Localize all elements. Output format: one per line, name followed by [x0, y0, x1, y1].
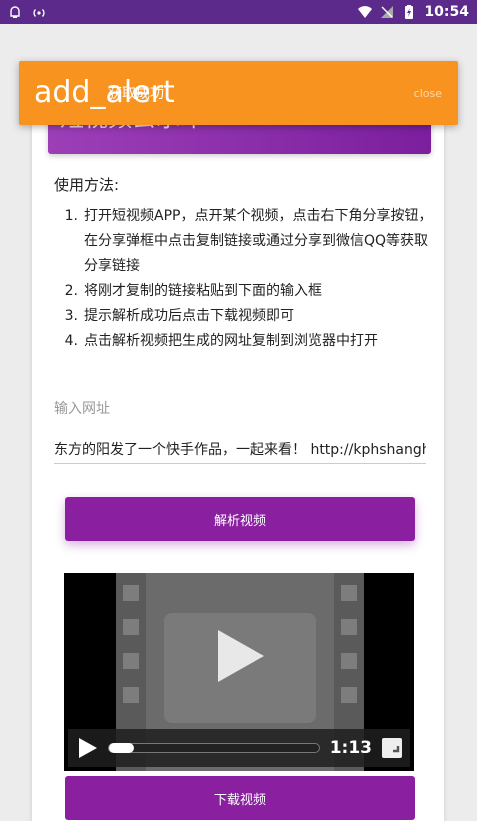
notification-icon	[10, 6, 20, 18]
video-controls: 1:13	[68, 729, 410, 767]
step-number: 3.	[64, 308, 78, 324]
main-card: 短视频去水印 使用方法: 1.打开短视频APP，点开某个视频，点击右下角分享按钮…	[32, 108, 444, 821]
fullscreen-icon[interactable]	[382, 738, 402, 758]
step-text: 点击解析视频把生成的网址复制到浏览器中打开	[84, 333, 378, 349]
url-input-label: 输入网址	[54, 401, 110, 417]
usage-title: 使用方法:	[54, 176, 120, 194]
usage-step: 3. 提示解析成功后点击下载视频即可	[54, 304, 436, 329]
video-duration: 1:13	[329, 738, 372, 758]
alert-toast: add_alert 获取成功 close	[19, 61, 458, 125]
status-time: 10:54	[424, 4, 469, 20]
no-signal-icon	[381, 6, 394, 18]
status-bar: 10:54	[0, 0, 477, 24]
hotspot-icon	[33, 9, 45, 17]
alert-close-button[interactable]: close	[414, 87, 442, 100]
step-number: 1.	[64, 208, 78, 224]
seek-bar[interactable]	[108, 743, 320, 753]
wifi-icon	[358, 6, 373, 18]
usage-steps: 1. 打开短视频APP，点开某个视频，点击右下角分享按钮，在分享弹框中点击复制链接…	[54, 204, 436, 354]
seek-progress	[109, 743, 135, 753]
usage-step: 2. 将刚才复制的链接粘贴到下面的输入框	[54, 279, 436, 304]
step-number: 2.	[64, 283, 78, 299]
usage-step: 1. 打开短视频APP，点开某个视频，点击右下角分享按钮，在分享弹框中点击复制链接…	[54, 204, 436, 279]
step-text: 打开短视频APP，点开某个视频，点击右下角分享按钮，在分享弹框中点击复制链接或通…	[84, 208, 433, 274]
step-number: 4.	[64, 333, 78, 349]
step-text: 将刚才复制的链接粘贴到下面的输入框	[84, 283, 322, 299]
play-icon[interactable]	[216, 628, 266, 684]
step-text: 提示解析成功后点击下载视频即可	[84, 308, 294, 324]
url-input[interactable]	[54, 434, 426, 464]
play-button-icon[interactable]	[76, 737, 98, 759]
alert-message: 获取成功	[108, 86, 164, 102]
battery-icon	[405, 5, 414, 19]
download-video-button[interactable]: 下载视频	[65, 776, 415, 820]
video-player[interactable]: 1:13	[64, 573, 414, 771]
usage-step: 4. 点击解析视频把生成的网址复制到浏览器中打开	[54, 329, 436, 354]
parse-video-button[interactable]: 解析视频	[65, 497, 415, 541]
